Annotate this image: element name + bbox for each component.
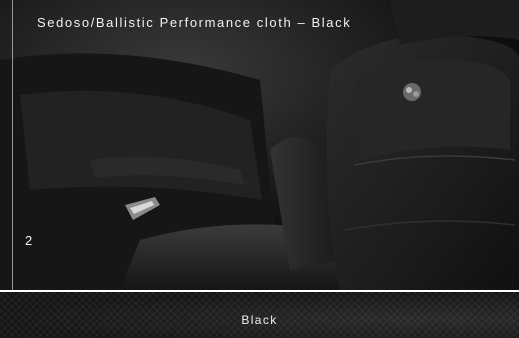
seat-interior-photo bbox=[0, 0, 519, 290]
swatch-label: Black bbox=[241, 313, 278, 327]
photo-caption: Sedoso/Ballistic Performance cloth – Bla… bbox=[37, 15, 352, 30]
seat-photo-graphic bbox=[0, 0, 519, 290]
left-margin-rule bbox=[12, 0, 13, 338]
page-marker: 2 bbox=[25, 233, 33, 248]
